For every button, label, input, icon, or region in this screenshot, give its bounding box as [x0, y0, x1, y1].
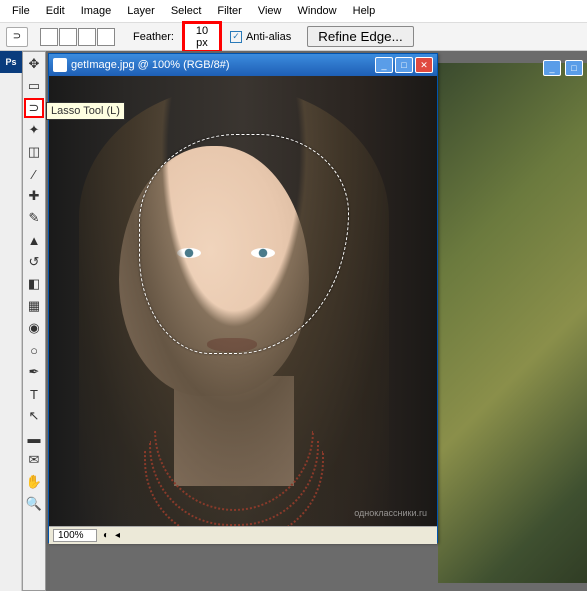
selection-add-icon[interactable]	[59, 28, 77, 46]
crop-icon[interactable]: ◫	[24, 142, 44, 162]
healing-icon[interactable]: ✚	[24, 186, 44, 206]
maximize-button[interactable]: □	[395, 57, 413, 73]
blur-icon[interactable]: ◉	[24, 318, 44, 338]
app-minimize-button[interactable]: _	[543, 60, 561, 76]
doc-title: getImage.jpg @ 100% (RGB/8#)	[71, 59, 230, 71]
hand-icon[interactable]: ✋	[24, 472, 44, 492]
stamp-icon[interactable]: ▲	[24, 230, 44, 250]
app-maximize-button[interactable]: □	[565, 60, 583, 76]
doc-icon	[53, 58, 67, 72]
notes-icon[interactable]: ✉	[24, 450, 44, 470]
marquee-icon[interactable]: ▭	[24, 76, 44, 96]
history-brush-icon[interactable]: ↺	[24, 252, 44, 272]
menu-view[interactable]: View	[250, 2, 290, 20]
menu-image[interactable]: Image	[73, 2, 120, 20]
watermark-text: одноклассники.ru	[354, 508, 427, 518]
zoom-icon[interactable]: 🔍	[24, 494, 44, 514]
app-window-controls: _ □	[541, 60, 583, 76]
selection-subtract-icon[interactable]	[78, 28, 96, 46]
menu-filter[interactable]: Filter	[209, 2, 249, 20]
menu-help[interactable]: Help	[345, 2, 384, 20]
menu-select[interactable]: Select	[163, 2, 210, 20]
toolbox: ✥▭⊃Lasso Tool (L)✦◫⁄✚✎▲↺◧▦◉○✒T↖▬✉✋🔍	[22, 51, 46, 591]
lasso-icon[interactable]: ⊃Lasso Tool (L)	[24, 98, 44, 118]
feather-label: Feather:	[133, 31, 174, 43]
move-icon[interactable]: ✥	[24, 54, 44, 74]
wand-icon[interactable]: ✦	[24, 120, 44, 140]
menu-edit[interactable]: Edit	[38, 2, 73, 20]
left-rail: Ps	[0, 51, 22, 591]
menu-file[interactable]: File	[4, 2, 38, 20]
zoom-input[interactable]: 100%	[53, 529, 97, 542]
gradient-icon[interactable]: ▦	[24, 296, 44, 316]
antialias-label: Anti-alias	[246, 31, 291, 43]
selection-new-icon[interactable]	[40, 28, 58, 46]
menu-bar: File Edit Image Layer Select Filter View…	[0, 0, 587, 23]
selection-mode-group	[40, 28, 115, 46]
brush-icon[interactable]: ✎	[24, 208, 44, 228]
close-button[interactable]: ✕	[415, 57, 433, 73]
canvas-area: getImage.jpg @ 100% (RGB/8#) _ □ ✕ однок…	[46, 51, 587, 591]
workspace: Ps ✥▭⊃Lasso Tool (L)✦◫⁄✚✎▲↺◧▦◉○✒T↖▬✉✋🔍 g…	[0, 51, 587, 591]
scroll-left-icon[interactable]: ◂	[115, 530, 120, 541]
minimize-button[interactable]: _	[375, 57, 393, 73]
selection-intersect-icon[interactable]	[97, 28, 115, 46]
eraser-icon[interactable]: ◧	[24, 274, 44, 294]
path-icon[interactable]: ↖	[24, 406, 44, 426]
ps-logo-icon: Ps	[0, 51, 22, 73]
active-tool-icon[interactable]: ⊃	[6, 27, 28, 47]
type-icon[interactable]: T	[24, 384, 44, 404]
photo-content: одноклассники.ru	[49, 76, 437, 526]
eyedropper-icon[interactable]: ⁄	[24, 164, 44, 184]
feather-input[interactable]: 10 px	[182, 21, 222, 53]
doc-info-icon[interactable]: ◐	[103, 530, 109, 541]
options-bar: ⊃ Feather: 10 px ✓ Anti-alias Refine Edg…	[0, 23, 587, 51]
dodge-icon[interactable]: ○	[24, 340, 44, 360]
tooltip: Lasso Tool (L)	[46, 102, 125, 120]
titlebar[interactable]: getImage.jpg @ 100% (RGB/8#) _ □ ✕	[49, 54, 437, 76]
pen-icon[interactable]: ✒	[24, 362, 44, 382]
menu-window[interactable]: Window	[290, 2, 345, 20]
document-window: getImage.jpg @ 100% (RGB/8#) _ □ ✕ однок…	[48, 53, 438, 543]
refine-edge-button[interactable]: Refine Edge...	[307, 26, 413, 47]
status-bar: 100% ◐ ◂	[49, 526, 437, 544]
menu-layer[interactable]: Layer	[119, 2, 163, 20]
background-image	[438, 63, 587, 583]
antialias-checkbox[interactable]: ✓	[230, 31, 242, 43]
shape-icon[interactable]: ▬	[24, 428, 44, 448]
canvas[interactable]: одноклассники.ru	[49, 76, 437, 526]
